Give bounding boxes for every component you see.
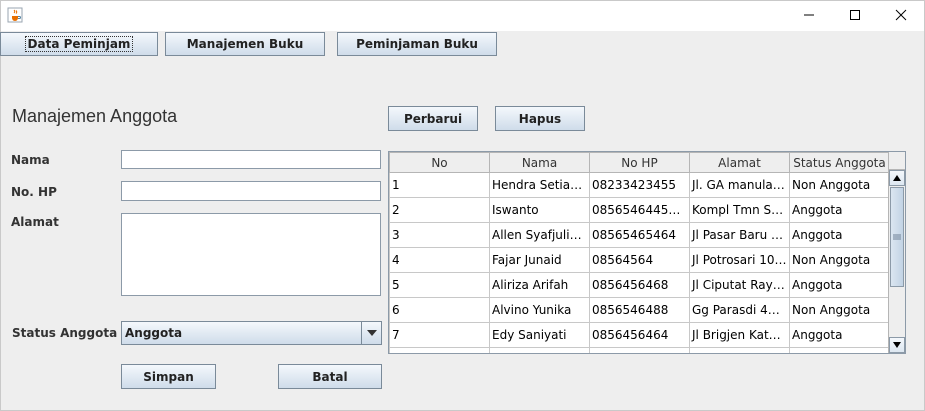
scroll-thumb[interactable] [890,187,904,287]
manajemen-buku-label: Manajemen Buku [186,37,304,51]
title-bar [1,1,924,31]
cell-status[interactable]: Anggota [789,322,890,348]
cell-status[interactable]: Anggota [789,197,890,223]
cell-nama[interactable] [489,347,590,353]
perbarui-button[interactable]: Perbarui [388,106,478,131]
peminjaman-buku-button[interactable]: Peminjaman Buku [337,32,497,56]
close-button[interactable] [878,1,924,31]
cell-status[interactable]: Non Anggota [789,247,890,273]
scroll-up-button[interactable] [889,170,905,186]
batal-label: Batal [312,369,348,384]
table-header-row: No Nama No HP Alamat Status Anggota [389,152,890,173]
page-title: Manajemen Anggota [12,106,178,126]
scroll-down-button[interactable] [889,337,905,353]
peminjaman-buku-label: Peminjaman Buku [356,37,478,51]
cell-nohp[interactable]: 08233423455 [589,172,690,198]
cell-nama[interactable]: Aliriza Arifah [489,272,590,298]
cell-no[interactable]: 7 [389,322,490,348]
cell-nama[interactable]: Edy Saniyati [489,322,590,348]
cell-alamat[interactable] [689,347,790,353]
cell-no[interactable]: 1 [389,172,490,198]
maximize-icon [849,9,861,24]
cell-alamat[interactable]: Jl Ciputat Raya ... [689,272,790,298]
cell-nama[interactable]: Hendra Setiawan [489,172,590,198]
nama-label: Nama [11,153,50,167]
cell-nohp[interactable]: 0856456468 [589,272,690,298]
perbarui-label: Perbarui [403,111,463,126]
cell-status[interactable]: Non Anggota [789,297,890,323]
table-row[interactable]: 3 Allen Syafjulianti 08565465464 Jl Pasar B… [389,222,890,248]
data-peminjam-label: Data Peminjam [24,36,134,52]
cell-nama[interactable]: Iswanto [489,197,590,223]
maximize-button[interactable] [832,1,878,31]
chevron-up-icon [893,175,901,181]
column-header-nohp[interactable]: No HP [589,152,690,173]
grip-icon [893,234,901,240]
cell-nohp[interactable]: 0856546445656 [589,197,690,223]
nohp-label: No. HP [11,185,57,199]
table-row[interactable]: 4 Fajar Junaid 08564564 Jl Potrosari 10, ..… [389,247,890,273]
cell-no[interactable]: 3 [389,222,490,248]
cell-alamat[interactable]: Jl Potrosari 10, ... [689,247,790,273]
cell-alamat[interactable]: Jl Brigjen Kata... [689,322,790,348]
batal-button[interactable]: Batal [278,364,382,389]
status-anggota-select[interactable]: Anggota [121,321,382,345]
table-row[interactable]: 7 Edy Saniyati 0856456464 Jl Brigjen Kata..… [389,322,890,348]
cell-alamat[interactable]: Gg Parasdi 45 A... [689,297,790,323]
cell-nohp[interactable]: 08564564 [589,247,690,273]
cell-status[interactable]: Anggota [789,222,890,248]
close-icon [895,9,907,24]
cell-status[interactable] [789,347,890,353]
cell-nama[interactable]: Alvino Yunika [489,297,590,323]
simpan-button[interactable]: Simpan [121,364,216,389]
table-row[interactable]: 1 Hendra Setiawan 08233423455 Jl. GA manula… [389,172,890,198]
table-row[interactable]: 6 Alvino Yunika 0856546488 Gg Parasdi 45 A.… [389,297,890,323]
data-peminjam-button[interactable]: Data Peminjam [0,32,158,56]
app-window: Data Peminjam Manajemen Buku Peminjaman … [0,0,925,411]
column-header-alamat[interactable]: Alamat [689,152,790,173]
table-row[interactable]: 2 Iswanto 0856546445656 Kompl Tmn Seti... An… [389,197,890,223]
cell-no[interactable]: 4 [389,247,490,273]
column-header-status[interactable]: Status Anggota [789,152,890,173]
cell-no[interactable]: 2 [389,197,490,223]
column-header-no[interactable]: No [389,152,490,173]
cell-alamat[interactable]: Kompl Tmn Seti... [689,197,790,223]
table-scrollbar[interactable] [888,170,905,353]
cell-nama[interactable]: Fajar Junaid [489,247,590,273]
chevron-down-icon [893,342,901,348]
status-anggota-label: Status Anggota [12,326,118,340]
status-anggota-value: Anggota [125,326,183,340]
cell-no[interactable]: 5 [389,272,490,298]
chevron-down-icon[interactable] [361,322,381,344]
hapus-button[interactable]: Hapus [495,106,585,131]
table-corner [888,152,905,170]
simpan-label: Simpan [143,369,194,384]
cell-nohp[interactable]: 0856456464 [589,322,690,348]
nohp-input[interactable] [121,181,381,201]
alamat-label: Alamat [11,215,59,229]
nama-input[interactable] [121,150,381,169]
table-row[interactable]: 5 Aliriza Arifah 0856456468 Jl Ciputat Raya… [389,272,890,298]
cell-alamat[interactable]: Jl Pasar Baru 1... [689,222,790,248]
cell-nama[interactable]: Allen Syafjulianti [489,222,590,248]
anggota-table[interactable]: No Nama No HP Alamat Status Anggota 1 Hen… [388,151,906,354]
cell-no[interactable]: 6 [389,297,490,323]
alamat-textarea[interactable] [121,213,381,296]
manajemen-buku-button[interactable]: Manajemen Buku [165,32,325,56]
cell-status[interactable]: Non Anggota [789,172,890,198]
cell-status[interactable]: Anggota [789,272,890,298]
cell-nohp[interactable] [589,347,690,353]
hapus-label: Hapus [518,111,562,126]
anggota-grid: No Nama No HP Alamat Status Anggota 1 Hen… [389,152,890,353]
table-row[interactable] [389,347,890,353]
column-header-nama[interactable]: Nama [489,152,590,173]
cell-nohp[interactable]: 0856546488 [589,297,690,323]
minimize-icon [803,9,815,24]
cell-nohp[interactable]: 08565465464 [589,222,690,248]
cell-alamat[interactable]: Jl. GA manulang [689,172,790,198]
cell-no[interactable] [389,347,490,353]
minimize-button[interactable] [786,1,832,31]
java-cup-icon [7,7,23,23]
